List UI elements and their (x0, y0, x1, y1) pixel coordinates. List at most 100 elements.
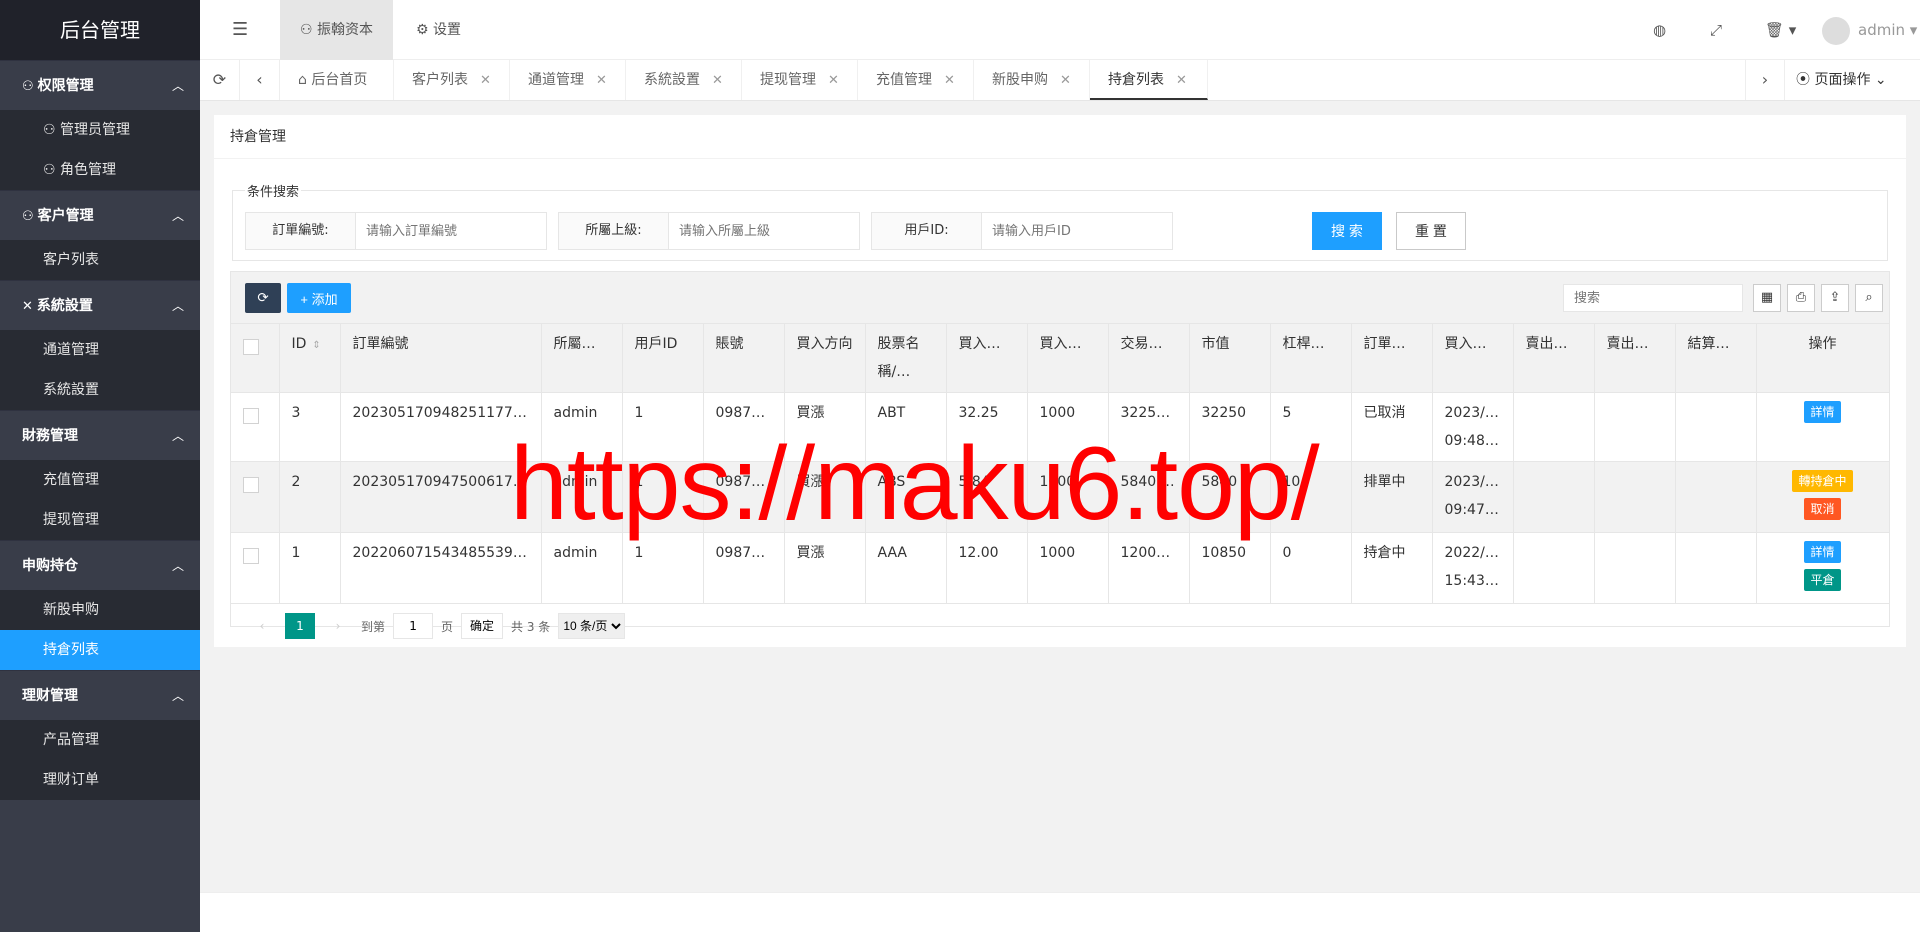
row-checkbox[interactable] (243, 408, 259, 424)
chevron-up-icon: ︿ (171, 79, 184, 93)
page-ops-menu[interactable]: ⦿ 页面操作 ⌄ (1796, 60, 1887, 100)
sidebar-item[interactable]: 产品管理 (0, 720, 200, 760)
user-id-input[interactable] (982, 213, 1172, 249)
action-button[interactable]: 平倉 (1804, 569, 1841, 591)
sidebar-group-3[interactable]: 財務管理 ︿ (0, 410, 200, 460)
cell-id: 1 (279, 532, 341, 604)
cell-qty: 1000 (1027, 532, 1109, 604)
export-icon[interactable]: ⇪ (1821, 284, 1849, 312)
row-checkbox[interactable] (243, 548, 259, 564)
tabs-prev-icon[interactable]: ‹ (240, 60, 280, 100)
close-icon[interactable]: ✕ (596, 73, 607, 88)
table-header-row: ID ⇕ 訂單編號 所屬… 用戶ID 賬號 買入方向 股票名稱/… 買入… 買入… 交易… 市值 杠桿…… (231, 324, 1890, 393)
sidebar-submenu: 产品管理 理财订单 (0, 720, 200, 800)
clear-cache-icon[interactable]: 🗑 ▾ (1765, 0, 1796, 60)
close-icon[interactable]: ✕ (828, 73, 839, 88)
table-row: 3 20230517094825117702 admin 1 0987… 買漲 ABT 32.… (231, 392, 1890, 462)
cell-empty (1513, 461, 1595, 533)
search-button[interactable]: 搜 索 (1312, 212, 1382, 250)
table-search-input[interactable] (1563, 284, 1743, 312)
sidebar-group-5[interactable]: 理财管理 ︿ (0, 670, 200, 720)
close-icon[interactable]: ✕ (480, 73, 491, 88)
fullscreen-icon[interactable]: ⤢ (1710, 0, 1722, 60)
search-icon[interactable]: ⌕ (1855, 284, 1883, 312)
action-button[interactable]: 詳情 (1804, 401, 1841, 423)
tabs-next-icon[interactable]: › (1745, 60, 1785, 100)
page-tab[interactable]: 提现管理 ✕ (742, 60, 858, 100)
sidebar-item-label: 系統設置 (43, 382, 99, 398)
sidebar-group-1[interactable]: ⚇ 客户管理 ︿ (0, 190, 200, 240)
close-icon[interactable]: ✕ (1060, 73, 1071, 88)
page-size-select[interactable]: 10 条/页 (558, 613, 626, 639)
reset-button[interactable]: 重 置 (1396, 212, 1466, 250)
sidebar-item[interactable]: 理财订单 (0, 760, 200, 800)
page-tab[interactable]: 通道管理 ✕ (510, 60, 626, 100)
add-button[interactable]: + 添加 (287, 283, 351, 313)
sidebar-item[interactable]: 客户列表 (0, 240, 200, 280)
chevron-up-icon: ︿ (171, 299, 184, 313)
chevron-up-icon: ︿ (171, 429, 184, 443)
sidebar-group-label: 理财管理 (22, 688, 78, 704)
sidebar-group-0[interactable]: ⚇ 权限管理 ︿ (0, 60, 200, 110)
user-menu[interactable]: admin ▾ (1822, 0, 1917, 60)
user-icon: ⚇ (22, 79, 34, 94)
prev-page-icon[interactable]: ‹ (247, 613, 277, 639)
cell-parent: admin (541, 461, 623, 533)
goto-confirm-button[interactable]: 确定 (461, 613, 504, 639)
page-1-button[interactable]: 1 (285, 613, 315, 639)
close-icon[interactable]: ✕ (944, 73, 955, 88)
select-all-checkbox[interactable] (243, 339, 259, 355)
sort-icon[interactable]: ⇕ (312, 340, 320, 351)
cell-dir: 買漲 (784, 532, 866, 604)
sidebar-group-4[interactable]: 申购持仓 ︿ (0, 540, 200, 590)
menu-fold-icon[interactable]: ☰ (232, 0, 248, 60)
sidebar-item[interactable]: 新股申购 (0, 590, 200, 630)
sidebar-item[interactable]: ⚇ 角色管理 (0, 150, 200, 190)
page-tab[interactable]: 系統設置 ✕ (626, 60, 742, 100)
action-button[interactable]: 取消 (1804, 498, 1841, 520)
columns-icon[interactable]: ▦ (1753, 284, 1781, 312)
action-button[interactable]: 詳情 (1804, 541, 1841, 563)
page-tab[interactable]: 充值管理 ✕ (858, 60, 974, 100)
order-no-input[interactable] (356, 213, 546, 249)
theme-icon[interactable]: ◍ (1653, 0, 1666, 60)
cell-empty (1513, 392, 1595, 462)
orders-table: ID ⇕ 訂單編號 所屬… 用戶ID 賬號 買入方向 股票名稱/… 買入… 買入… 交易… 市值 杠桿…… (231, 324, 1890, 604)
sidebar-item[interactable]: 充值管理 (0, 460, 200, 500)
close-icon[interactable]: ✕ (712, 73, 723, 88)
print-icon[interactable]: ⎙ (1787, 284, 1815, 312)
column-header[interactable]: ID ⇕ (279, 324, 341, 393)
page-tabs: ⟳ ‹ ⌂ 后台首页 客户列表 ✕ 通道管理 ✕ 系統設置 ✕ 提现管理 ✕ 充值管理 ✕ 新股申购 ✕… (200, 60, 1920, 101)
sidebar-item[interactable]: ⚇ 管理员管理 (0, 110, 200, 150)
parent-input[interactable] (669, 213, 859, 249)
top-tab-settings[interactable]: ⚙ 设置 (396, 0, 481, 60)
close-icon[interactable]: ✕ (1176, 73, 1187, 88)
sidebar-item-label: 新股申购 (43, 602, 99, 618)
sidebar-item[interactable]: 提现管理 (0, 500, 200, 540)
cell-time: 2023/… 09:47… (1432, 461, 1514, 533)
cell-stock: ABT (865, 392, 947, 462)
goto-page-input[interactable] (393, 613, 434, 639)
sidebar-item[interactable]: 系統設置 (0, 370, 200, 410)
page-tab[interactable]: 客户列表 ✕ (394, 60, 510, 100)
sidebar-item[interactable]: 持倉列表 (0, 630, 200, 670)
chevron-down-icon: ▾ (1909, 21, 1918, 39)
page-tab-label: 充值管理 (876, 72, 932, 88)
page-tab[interactable]: 新股申购 ✕ (974, 60, 1090, 100)
refresh-button[interactable]: ⟳ (245, 283, 281, 313)
cell-status: 持倉中 (1351, 532, 1433, 604)
sidebar-item[interactable]: 通道管理 (0, 330, 200, 370)
action-button[interactable]: 轉持倉中 (1792, 470, 1853, 492)
page-tab[interactable]: 持倉列表 ✕ (1090, 60, 1208, 100)
next-page-icon[interactable]: › (323, 613, 353, 639)
page-tab[interactable]: ⌂ 后台首页 (280, 60, 394, 100)
sidebar-item-label: 充值管理 (43, 472, 99, 488)
refresh-tab-icon[interactable]: ⟳ (200, 60, 240, 100)
row-checkbox[interactable] (243, 477, 259, 493)
column-header-label: 訂單編號 (352, 336, 409, 352)
cell-acct: 0987… (703, 532, 785, 604)
top-tab-company[interactable]: ⚇ 振翰资本 (280, 0, 394, 60)
sidebar-group-2[interactable]: ✕ 系統設置 ︿ (0, 280, 200, 330)
cell-empty (1675, 532, 1757, 604)
cell-mv: 5840 (1189, 461, 1271, 533)
